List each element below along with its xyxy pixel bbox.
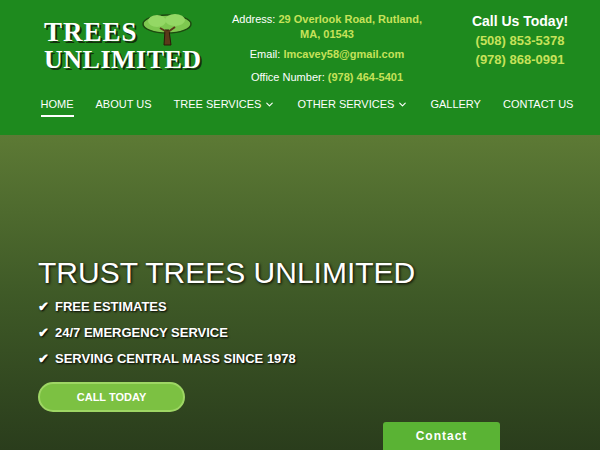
nav-item[interactable]: TREE SERVICES: [174, 96, 276, 117]
hero-title: TRUST TREES UNLIMITED: [38, 255, 600, 291]
phone-number[interactable]: (508) 853-5378: [476, 31, 565, 50]
header-top: TREESUNLIMITED Address: 29 Overlook Road,…: [0, 0, 600, 96]
nav-item[interactable]: CONTACT US: [503, 96, 574, 117]
contact-widget[interactable]: Contact: [383, 422, 500, 450]
contact-info: Address: 29 Overlook Road, Rutland, MA, …: [227, 12, 427, 85]
nav-item[interactable]: GALLERY: [430, 96, 481, 117]
feature-item: ✔SERVING CENTRAL MASS SINCE 1978: [38, 349, 600, 368]
office-number[interactable]: Office Number: (978) 464-5401: [251, 70, 403, 85]
nav-item[interactable]: OTHER SERVICES: [297, 96, 408, 117]
check-icon: ✔: [38, 323, 49, 342]
logo-line1: TREES: [44, 19, 138, 46]
chevron-down-icon: [397, 99, 408, 110]
chevron-down-icon: [264, 99, 275, 110]
hero: TRUST TREES UNLIMITED ✔FREE ESTIMATES ✔24/…: [0, 135, 600, 450]
email[interactable]: Email: lmcavey58@gmail.com: [250, 47, 404, 62]
check-icon: ✔: [38, 297, 49, 316]
feature-list: ✔FREE ESTIMATES ✔24/7 EMERGENCY SERVICE ✔S…: [38, 297, 600, 368]
feature-item: ✔FREE ESTIMATES: [38, 297, 600, 316]
page: TREESUNLIMITED Address: 29 Overlook Road,…: [0, 0, 600, 450]
logo-line2: UNLIMITED: [44, 47, 209, 73]
call-us: Call Us Today!(508) 853-5378(978) 868-09…: [465, 12, 575, 69]
logo[interactable]: TREESUNLIMITED: [44, 12, 209, 73]
nav-item[interactable]: HOME: [41, 96, 74, 117]
nav-item[interactable]: ABOUT US: [96, 96, 152, 117]
check-icon: ✔: [38, 349, 49, 368]
site-header: TREESUNLIMITED Address: 29 Overlook Road,…: [0, 0, 600, 135]
main-nav: HOME ABOUT US TREE SERVICES OTHER SERVICES G…: [0, 96, 600, 117]
address: Address: 29 Overlook Road, Rutland, MA, …: [227, 12, 427, 42]
call-today-button[interactable]: CALL TODAY: [38, 382, 185, 412]
phone-number[interactable]: (978) 868-0991: [476, 50, 565, 69]
feature-item: ✔24/7 EMERGENCY SERVICE: [38, 323, 600, 342]
tree-logo-icon: [140, 12, 194, 46]
call-title: Call Us Today!: [472, 12, 568, 31]
